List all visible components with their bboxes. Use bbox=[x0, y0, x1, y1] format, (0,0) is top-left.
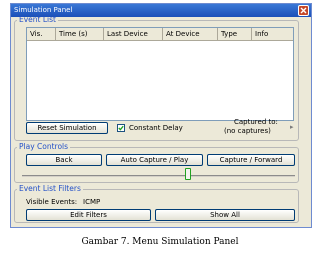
edit-filters-button[interactable]: Edit Filters bbox=[26, 209, 151, 221]
column-header-last-device[interactable]: Last Device bbox=[104, 28, 163, 40]
play-speed-slider-thumb[interactable] bbox=[185, 168, 191, 180]
constant-delay-checkbox[interactable] bbox=[117, 124, 125, 132]
checkmark-icon bbox=[118, 125, 124, 131]
event-list-table[interactable]: Vis. Time (s) Last Device At Device Type… bbox=[26, 27, 294, 121]
column-header-vis[interactable]: Vis. bbox=[27, 28, 56, 40]
captured-to-label: Captured to: bbox=[234, 118, 278, 126]
visible-events-label: Visible Events: bbox=[26, 198, 78, 206]
event-list-legend: Event List bbox=[19, 15, 56, 24]
column-header-info[interactable]: Info bbox=[252, 28, 293, 40]
close-button[interactable] bbox=[298, 5, 309, 16]
auto-capture-play-button[interactable]: Auto Capture / Play bbox=[106, 154, 203, 166]
captured-to-value: (no captures) bbox=[224, 127, 271, 135]
event-list-header: Vis. Time (s) Last Device At Device Type… bbox=[27, 28, 293, 41]
back-button[interactable]: Back bbox=[26, 154, 102, 166]
visible-events-value: ICMP bbox=[83, 198, 101, 206]
play-speed-slider-track[interactable] bbox=[22, 175, 295, 177]
close-icon bbox=[300, 7, 307, 14]
figure-caption: Gambar 7. Menu Simulation Panel bbox=[81, 237, 239, 247]
capture-forward-button[interactable]: Capture / Forward bbox=[207, 154, 295, 166]
show-all-button[interactable]: Show All bbox=[155, 209, 295, 221]
event-list-filters-legend: Event List Filters bbox=[19, 184, 81, 193]
arrow-right-icon[interactable]: ▸ bbox=[290, 123, 294, 131]
constant-delay-label: Constant Delay bbox=[129, 124, 183, 132]
column-header-time[interactable]: Time (s) bbox=[56, 28, 104, 40]
column-header-type[interactable]: Type bbox=[218, 28, 252, 40]
column-header-at-device[interactable]: At Device bbox=[163, 28, 218, 40]
play-controls-legend: Play Controls bbox=[19, 142, 69, 151]
reset-simulation-button[interactable]: Reset Simulation bbox=[26, 122, 108, 134]
